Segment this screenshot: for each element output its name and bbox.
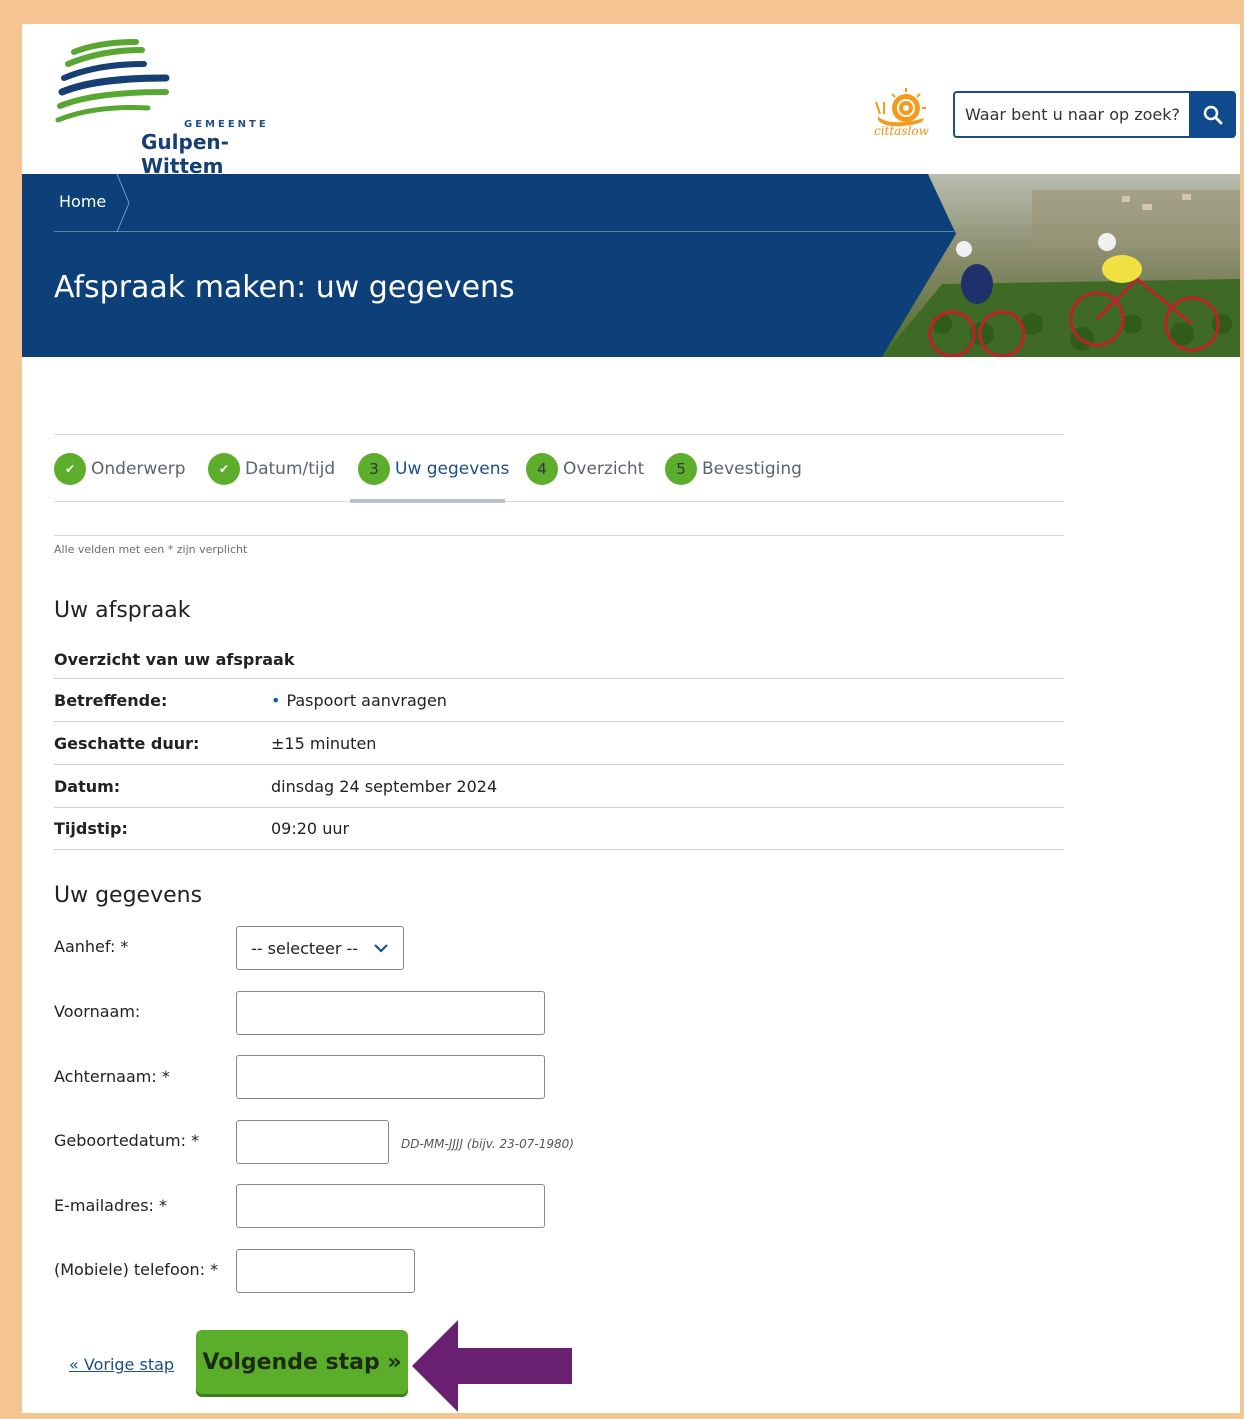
voornaam-label: Voornaam: [54, 1002, 141, 1021]
appointment-table: Betreffende: • Paspoort aanvragen Geschat… [54, 678, 1064, 850]
step-label: Onderwerp [91, 459, 186, 479]
telefoon-input[interactable] [236, 1249, 415, 1293]
divider [54, 535, 1064, 536]
geboortedatum-input[interactable] [236, 1120, 389, 1164]
search-bar [953, 91, 1236, 138]
breadcrumb-home[interactable]: Home [59, 192, 106, 211]
gemeente-logo[interactable]: GEMEENTE Gulpen-Wittem [54, 38, 294, 178]
appointment-subheading: Overzicht van uw afspraak [54, 650, 295, 669]
next-step-button[interactable]: Volgende stap » [196, 1330, 408, 1394]
previous-step-link[interactable]: « Vorige stap [69, 1355, 174, 1374]
step-label: Overzicht [563, 459, 645, 479]
search-button[interactable] [1189, 91, 1236, 138]
subject-value: Paspoort aanvragen [286, 690, 447, 710]
details-heading: Uw gegevens [54, 883, 203, 908]
email-input[interactable] [236, 1184, 545, 1228]
table-row: Betreffende: • Paspoort aanvragen [54, 678, 1064, 721]
row-label: Betreffende: [54, 690, 168, 710]
step-overzicht: 4 Overzicht [526, 453, 644, 485]
voornaam-input[interactable] [236, 991, 545, 1035]
required-note: Alle velden met een * zijn verplicht [54, 543, 248, 556]
step-uw-gegevens[interactable]: 3 Uw gegevens [358, 453, 509, 485]
step-indicator: ✔ Onderwerp ✔ Datum/tijd 3 Uw gegevens 4… [54, 434, 1064, 503]
logo-swoosh-icon [55, 39, 170, 123]
check-icon: ✔ [54, 453, 86, 485]
row-value: dinsdag 24 september 2024 [271, 776, 498, 796]
row-label: Geschatte duur: [54, 733, 200, 753]
search-input[interactable] [953, 91, 1191, 138]
logo-name-text: Gulpen-Wittem [141, 130, 229, 178]
check-icon: ✔ [208, 453, 240, 485]
geboortedatum-hint: DD-MM-JJJJ (bijv. 23-07-1980) [401, 1137, 574, 1151]
row-label: Datum: [54, 776, 121, 796]
step-number: 3 [358, 453, 390, 485]
chevron-down-icon [374, 944, 388, 953]
step-label: Bevestiging [702, 459, 802, 479]
step-onderwerp[interactable]: ✔ Onderwerp [54, 453, 186, 485]
email-label: E-mailadres: * [54, 1196, 168, 1215]
appointment-heading: Uw afspraak [54, 598, 191, 623]
breadcrumb-chevron-icon [116, 174, 130, 232]
page-banner: Home Afspraak maken: uw gegevens [22, 174, 1240, 357]
step-label: Datum/tijd [245, 459, 336, 479]
page-title: Afspraak maken: uw gegevens [54, 270, 515, 305]
step-number: 5 [665, 453, 697, 485]
active-step-underline [350, 499, 505, 503]
step-number: 4 [526, 453, 558, 485]
annotation-arrow-icon [412, 1320, 572, 1412]
logo-gemeente-text: GEMEENTE [184, 119, 269, 130]
row-value: • Paspoort aanvragen [271, 691, 447, 710]
row-label: Tijdstip: [54, 819, 128, 838]
table-row: Tijdstip: 09:20 uur [54, 807, 1064, 850]
aanhef-label: Aanhef: * [54, 937, 129, 956]
page: GEMEENTE Gulpen-Wittem cittaslow Waar be… [22, 24, 1240, 1413]
table-row: Datum: dinsdag 24 september 2024 [54, 764, 1064, 807]
step-bevestiging: 5 Bevestiging [665, 453, 802, 485]
cittaslow-text: cittaslow [874, 124, 929, 138]
cittaslow-logo[interactable]: cittaslow [874, 84, 930, 144]
row-value: 09:20 uur [271, 819, 350, 838]
bullet-icon: • [271, 690, 281, 710]
achternaam-input[interactable] [236, 1055, 545, 1099]
cyclists-photo [882, 174, 1240, 357]
achternaam-label: Achternaam: * [54, 1067, 170, 1086]
row-value: ±15 minuten [271, 733, 377, 753]
geboortedatum-label: Geboortedatum: * [54, 1131, 200, 1150]
step-label: Uw gegevens [395, 459, 510, 479]
aanhef-selected-value: -- selecteer -- [251, 938, 359, 958]
telefoon-label: (Mobiele) telefoon: * [54, 1260, 219, 1279]
table-row: Geschatte duur: ±15 minuten [54, 721, 1064, 764]
aanhef-select[interactable]: -- selecteer -- [236, 926, 404, 970]
breadcrumb-divider [54, 231, 954, 232]
step-datum-tijd[interactable]: ✔ Datum/tijd [208, 453, 335, 485]
search-icon [1203, 105, 1222, 124]
